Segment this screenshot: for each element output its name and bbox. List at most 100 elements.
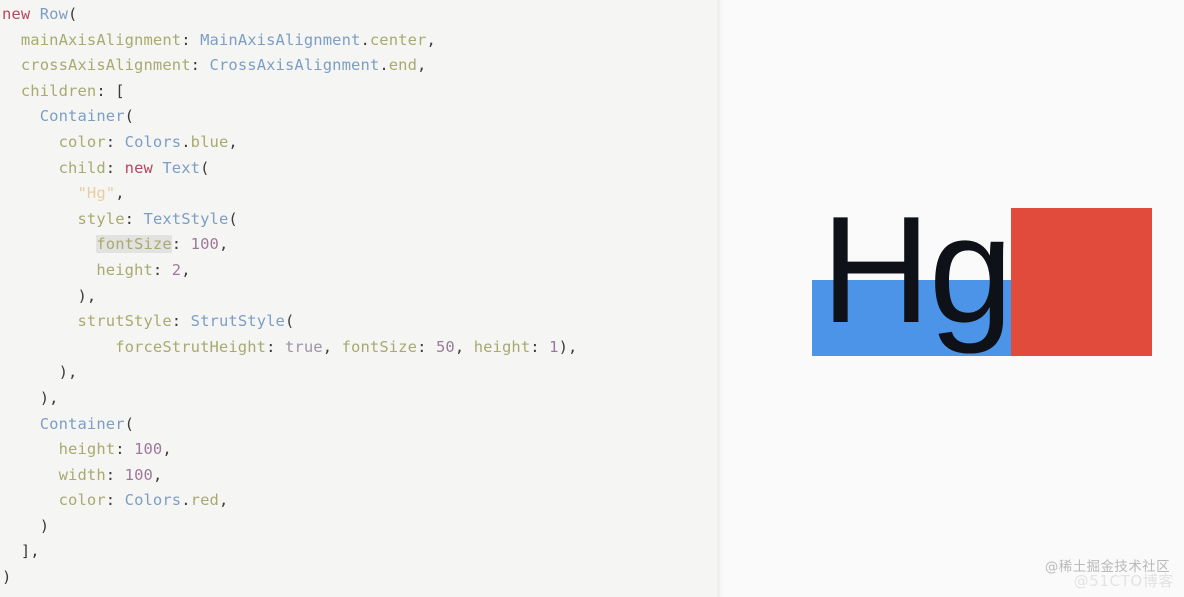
token-punct: , [426, 30, 436, 49]
token-punct: : [171, 235, 191, 254]
code-line-10[interactable]: fontSize: 100, [0, 232, 720, 258]
token-number-50: 50 [435, 337, 455, 356]
token-punct: : [181, 30, 201, 49]
token-punct: , [162, 440, 172, 459]
token-prop-style: style [77, 209, 125, 228]
token-punct: ), [558, 337, 578, 356]
token-punct: ( [124, 107, 135, 126]
token-number-100: 100 [190, 235, 219, 254]
code-line-2[interactable]: mainAxisAlignment: MainAxisAlignment.cen… [0, 28, 720, 54]
token-prop-mainaxisalignment: mainAxisAlignment [20, 30, 182, 49]
token-class-container: Container [39, 107, 125, 126]
token-punct: : [105, 132, 125, 151]
token-punct: : [115, 440, 135, 459]
code-line-4[interactable]: children: [ [0, 79, 720, 105]
code-line-16[interactable]: ), [0, 386, 720, 412]
token-punct: ( [228, 209, 238, 228]
token-punct: : [105, 491, 125, 510]
code-line-12[interactable]: ), [0, 284, 720, 310]
token-punct: . [360, 30, 370, 49]
token-class-crossaxisalignment: CrossAxisAlignment [209, 56, 380, 75]
token-punct: , [228, 132, 238, 151]
code-line-list[interactable]: new Row( mainAxisAlignment: MainAxisAlig… [0, 2, 720, 591]
token-prop-color: color [58, 132, 106, 151]
token-prop-children: children [20, 81, 97, 100]
code-editor-panel[interactable]: new Row( mainAxisAlignment: MainAxisAlig… [0, 0, 720, 597]
token-prop-center: center [369, 30, 427, 49]
token-class-textstyle: TextStyle [143, 209, 229, 228]
code-line-14[interactable]: forceStrutHeight: true, fontSize: 50, he… [0, 335, 720, 361]
code-line-3[interactable]: crossAxisAlignment: CrossAxisAlignment.e… [0, 53, 720, 79]
screenshot-root: new Row( mainAxisAlignment: MainAxisAlig… [0, 0, 1184, 597]
token-class-colors: Colors [124, 491, 182, 510]
token-number-1: 1 [549, 337, 559, 356]
token-prop-height: height [96, 260, 153, 279]
token-punct: : [266, 337, 285, 356]
code-line-19[interactable]: width: 100, [0, 463, 720, 489]
code-line-8[interactable]: "Hg", [0, 181, 720, 207]
token-punct: , [152, 465, 163, 484]
token-punct: : [105, 158, 125, 177]
token-string-hg: "Hg" [77, 184, 116, 203]
token-number-100: 100 [124, 465, 153, 484]
token-prop-blue: blue [190, 132, 229, 151]
token-punct: : [530, 337, 550, 356]
code-line-6[interactable]: color: Colors.blue, [0, 130, 720, 156]
token-prop-red: red [190, 491, 219, 510]
token-class-row: Row [39, 5, 69, 23]
code-line-13[interactable]: strutStyle: StrutStyle( [0, 309, 720, 335]
render-stage: Hg [723, 0, 1184, 597]
token-punct: ( [200, 158, 210, 177]
code-line-5[interactable]: Container( [0, 104, 720, 130]
code-line-23[interactable]: ) [0, 565, 720, 591]
code-line-20[interactable]: color: Colors.red, [0, 488, 720, 514]
token-punct: ( [68, 5, 78, 23]
token-prop-forcestrutheight: forceStrutHeight [115, 337, 267, 356]
token-punct: , [218, 491, 229, 510]
token-prop-height: height [58, 440, 116, 459]
token-punct: , [218, 235, 229, 254]
code-line-7[interactable]: child: new Text( [0, 156, 720, 182]
code-line-11[interactable]: height: 2, [0, 258, 720, 284]
token-prop-fontsize: fontSize [341, 337, 418, 356]
token-punct: : [171, 312, 191, 331]
token-punct: ], [20, 542, 40, 561]
render-preview-panel: Hg [723, 0, 1184, 597]
token-punct: ), [39, 388, 59, 407]
watermark-juejin: @稀土掘金技术社区 [1044, 559, 1170, 575]
token-punct: ), [58, 363, 78, 382]
code-line-9[interactable]: style: TextStyle( [0, 207, 720, 233]
red-container-box [1011, 208, 1152, 356]
token-prop-width: width [58, 465, 106, 484]
code-line-15[interactable]: ), [0, 360, 720, 386]
token-number-100: 100 [134, 440, 163, 459]
token-punct: . [181, 132, 191, 151]
token-class-text: Text [162, 158, 201, 177]
token-prop-fontsize: fontSize [96, 235, 172, 254]
token-prop-end: end [388, 56, 418, 75]
code-line-21[interactable]: ) [0, 514, 720, 540]
code-line-22[interactable]: ], [0, 539, 720, 565]
token-prop-color: color [58, 491, 106, 510]
token-punct: ( [124, 414, 135, 433]
token-punct: , [181, 260, 191, 279]
token-number-2: 2 [171, 260, 182, 279]
code-line-18[interactable]: height: 100, [0, 437, 720, 463]
token-punct: , [322, 337, 342, 356]
token-punct: : [124, 209, 144, 228]
token-prop-child: child [58, 158, 106, 177]
code-line-1[interactable]: new Row( [0, 2, 720, 28]
token-keyword-new: new [124, 158, 153, 177]
token-punct: ) [2, 568, 12, 587]
token-class-container: Container [39, 414, 125, 433]
token-class-colors: Colors [124, 132, 182, 151]
token-punct: ), [77, 286, 97, 305]
code-line-17[interactable]: Container( [0, 412, 720, 438]
token-punct: , [115, 184, 125, 203]
token-prop-crossaxisalignment: crossAxisAlignment [20, 56, 191, 75]
token-punct: : [190, 56, 210, 75]
token-class-mainaxisalignment: MainAxisAlignment [200, 30, 361, 49]
token-punct: : [105, 465, 125, 484]
